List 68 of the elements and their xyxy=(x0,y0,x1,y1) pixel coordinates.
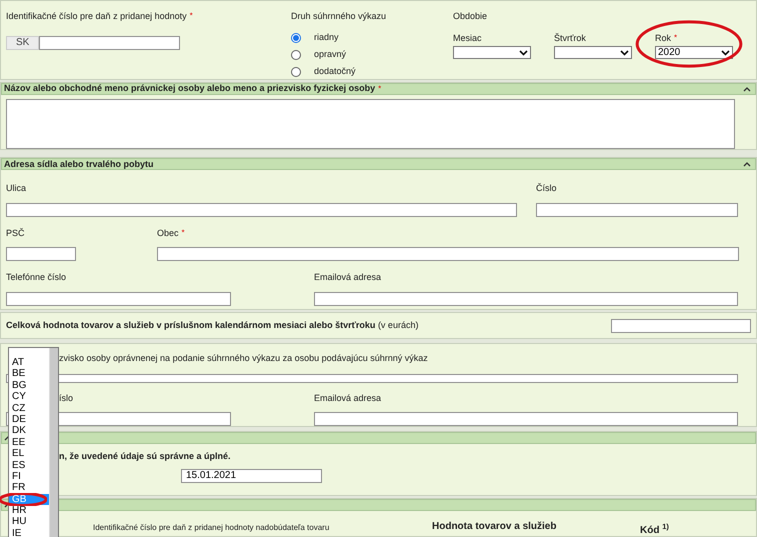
field-label: Číslo xyxy=(536,182,558,195)
declaration-text: n, že uvedené údaje sú správne a úplné. xyxy=(59,450,231,463)
dropdown-option[interactable]: AT xyxy=(9,357,49,368)
column-header: Hodnota tovarov a služieb xyxy=(432,520,558,534)
dropdown-option[interactable]: DK xyxy=(9,425,49,437)
dropdown-option[interactable]: BE xyxy=(9,368,49,380)
dropdown-option[interactable]: FR xyxy=(9,482,49,494)
radio-button[interactable] xyxy=(291,50,301,60)
column-header: Kód $^{1)}$ xyxy=(640,523,669,537)
field-label: Štvrťrok xyxy=(554,32,586,44)
input-field[interactable] xyxy=(6,202,517,216)
section-title: Adresa sídla alebo trvalého pobytu xyxy=(4,159,154,169)
required-mark: * xyxy=(190,10,193,22)
field-label: íslo xyxy=(59,392,74,404)
dropdown-option[interactable]: ES xyxy=(9,460,49,471)
field-label: PSČ xyxy=(6,226,26,240)
input-field[interactable] xyxy=(314,412,738,426)
input-field[interactable] xyxy=(6,247,76,261)
dropdown-option[interactable]: FI xyxy=(9,470,49,482)
radio-label: riadny xyxy=(314,31,339,44)
input-field[interactable] xyxy=(39,36,180,50)
field-label: Celková hodnota tovarov a služieb v príslušnom kalendárnom mesiaci alebo štvrťroku (v eurách) xyxy=(6,318,418,332)
scrollbar[interactable] xyxy=(49,348,58,537)
field-label: Obec xyxy=(157,226,179,240)
text-area[interactable] xyxy=(6,99,735,149)
section-title: Názov alebo obchodné meno právnickej osoby alebo meno a priezvisko fyzickej osoby xyxy=(4,83,376,93)
chevron-down-icon xyxy=(519,50,528,56)
dropdown-option[interactable]: EL xyxy=(9,448,49,460)
radio-button[interactable] xyxy=(291,67,301,77)
collapse-icon[interactable] xyxy=(743,161,751,167)
chevron-down-icon xyxy=(620,50,629,56)
radio-label: opravný xyxy=(314,48,346,62)
field-label: Emailová adresa xyxy=(314,271,382,284)
input-field[interactable] xyxy=(611,318,751,332)
field-label: Ulica xyxy=(6,182,28,195)
input-field[interactable] xyxy=(157,247,739,261)
required-mark: * xyxy=(378,83,382,95)
select-field[interactable]: 2020 xyxy=(655,46,733,59)
radio-button[interactable] xyxy=(291,33,301,43)
select-field[interactable] xyxy=(554,46,632,59)
field-label: Obdobie xyxy=(453,10,488,23)
field-label: Mesiac xyxy=(453,32,482,44)
collapse-icon[interactable] xyxy=(743,86,751,92)
field-label: Druh súhrnného výkazu xyxy=(291,10,388,23)
input-field[interactable] xyxy=(314,292,738,306)
radio-label: dodatočný xyxy=(314,65,356,78)
dropdown-option[interactable]: IE xyxy=(9,528,49,537)
column-header: Identifikačné číslo pre daň z pridanej hodnoty nadobúdateľa tovaru xyxy=(93,522,330,534)
dropdown-option[interactable]: CY xyxy=(9,391,49,403)
input-field[interactable] xyxy=(536,202,738,216)
field-label: zvisko osoby oprávnenej na podanie súhrnného výkazu za osobu podávajúcu súhrnný výkaz xyxy=(59,352,428,365)
input-field[interactable] xyxy=(6,292,231,306)
dropdown-option[interactable]: DE xyxy=(9,414,49,426)
chevron-down-icon xyxy=(721,50,730,56)
required-mark: * xyxy=(182,226,185,238)
field-label: Identifikačné číslo pre daň z pridanej hodnoty xyxy=(6,10,187,23)
country-prefix: SK xyxy=(6,36,40,50)
field-label: Emailová adresa xyxy=(314,392,382,404)
dropdown-option[interactable]: HU xyxy=(9,516,49,528)
dropdown-option[interactable]: HR xyxy=(9,505,49,516)
dropdown-option[interactable]: CZ xyxy=(9,402,49,414)
dropdown-option[interactable]: EE xyxy=(9,436,49,448)
field-label: Telefónne číslo xyxy=(6,271,68,284)
input-field[interactable]: 15.01.2021 xyxy=(181,468,322,482)
required-mark: * xyxy=(674,32,678,44)
select-field[interactable] xyxy=(453,46,531,59)
field-label: Rok xyxy=(655,32,672,44)
dropdown-option[interactable]: BG xyxy=(9,380,49,392)
